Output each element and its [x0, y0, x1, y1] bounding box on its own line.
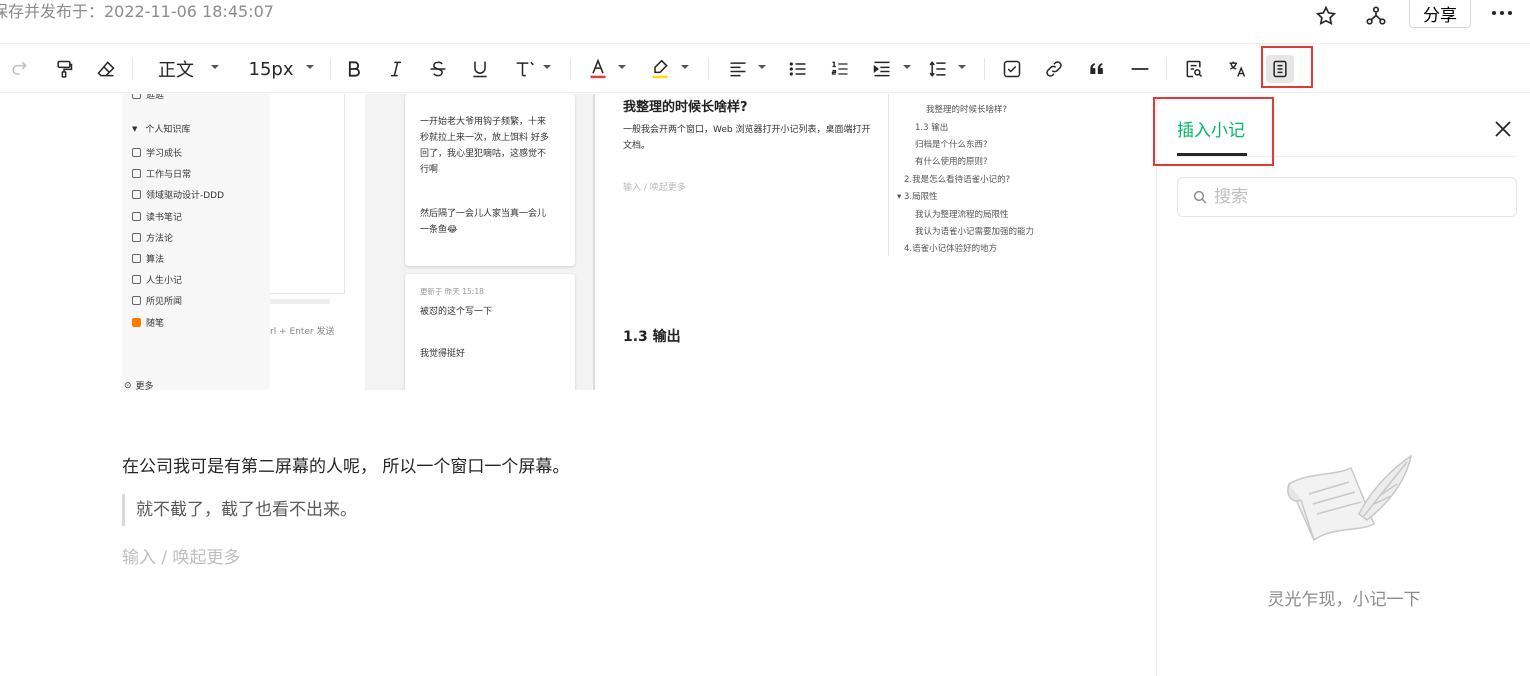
highlight-box-toolbar — [1261, 46, 1313, 88]
close-icon[interactable] — [1492, 118, 1514, 140]
paragraph-style-select[interactable]: 正文 — [156, 55, 196, 83]
quote-icon[interactable] — [1084, 55, 1110, 83]
shot-sidebar-item: 随笔 — [132, 316, 164, 329]
shot-sidebar-item: 工作与日常 — [132, 167, 191, 180]
search-icon — [1193, 190, 1207, 204]
eraser-icon[interactable] — [94, 55, 118, 83]
shot-note-text: 一开始老大爷用钩子频繁，十来 秒就拉上来一次，放上饵料 好多 回了，我心里犯嘀咕… — [420, 117, 549, 175]
empty-state-text: 灵光乍现，小记一下 — [1267, 590, 1421, 610]
shot-sidebar-item: 领域驱动设计-DDD — [132, 188, 224, 201]
shot-document-pane: 我整理的时候长啥样? 一般我会开两个窗口，Web 浏览器打开小记列表，桌面端打开… — [593, 94, 1156, 390]
shot-note-text: 被怼的这个写一下 — [420, 307, 493, 317]
chevron-down-icon — [306, 65, 314, 69]
editor-paragraph[interactable]: 在公司我可是有第二屏幕的人呢， 所以一个窗口一个屏幕。 — [122, 452, 569, 477]
editor-blockquote[interactable]: 就不截了，截了也看不出来。 — [122, 494, 357, 526]
checkbox-icon[interactable] — [1000, 55, 1024, 83]
search-doc-icon[interactable] — [1182, 55, 1206, 83]
redo-icon[interactable] — [8, 55, 30, 83]
shot-doc-placeholder: 输入 / 唤起更多 — [623, 183, 686, 193]
strikethrough-icon[interactable] — [426, 55, 450, 83]
shot-sidebar-more: ⊙ 更多 — [124, 380, 154, 391]
share-button[interactable]: 分享 — [1409, 0, 1471, 28]
shot-sidebar-item: 学习成长 — [132, 146, 182, 159]
editor-content: 逛逛 ▼ 个人知识库 学习成长 工作与日常 领域驱动设计-DDD 读书笔记 方法论… — [0, 94, 1156, 676]
shot-sidebar-item: 算法 — [132, 252, 164, 265]
shot-toc-item: 我认为语雀小记需要加强的能力 — [915, 227, 1035, 237]
shot-toc-item: 4.语雀小记体验好的地方 — [904, 244, 998, 254]
format-painter-icon[interactable] — [52, 55, 76, 83]
shot-sidebar: 逛逛 ▼ 个人知识库 学习成长 工作与日常 领域驱动设计-DDD 读书笔记 方法论… — [122, 94, 270, 390]
shot-sidebar-item: 所见所闻 — [132, 294, 182, 307]
shot-toc-item: 我认为整理流程的局限性 — [915, 210, 1009, 220]
bold-icon[interactable] — [342, 55, 366, 83]
font-color-icon[interactable] — [586, 55, 610, 83]
star-icon[interactable] — [1312, 2, 1340, 30]
save-status: 保存并发布于：2022-11-06 18:45:07 — [0, 2, 274, 21]
text-more-icon[interactable] — [512, 55, 538, 83]
shot-toc-item: 1.3 输出 — [915, 123, 949, 133]
shot-sidebar-section: ▼ 个人知识库 — [132, 124, 191, 136]
shot-middle-pane: rl + Enter 发送 — [270, 94, 365, 390]
divider-icon[interactable] — [1128, 55, 1152, 83]
chevron-down-icon — [958, 65, 966, 69]
shot-doc-paragraph: 一般我会开两个窗口，Web 浏览器打开小记列表，桌面端打开文档。 — [623, 125, 871, 151]
chevron-down-icon — [211, 65, 219, 69]
ordered-list-icon[interactable] — [828, 55, 852, 83]
editor-placeholder[interactable]: 输入 / 唤起更多 — [122, 543, 241, 568]
more-icon[interactable] — [1488, 2, 1516, 30]
chevron-down-icon — [543, 65, 551, 69]
embedded-screenshot: 逛逛 ▼ 个人知识库 学习成长 工作与日常 领域驱动设计-DDD 读书笔记 方法论… — [122, 94, 1156, 390]
shot-toc-item: 我整理的时候长啥样? — [926, 105, 1008, 115]
link-icon[interactable] — [1042, 55, 1066, 83]
shot-sidebar-item: 读书笔记 — [132, 210, 182, 223]
shot-note-text: 我觉得挺好 — [420, 349, 466, 359]
chevron-down-icon — [618, 65, 626, 69]
shot-note-card: 更新于 昨天 15:18 被怼的这个写一下 我觉得挺好 — [405, 274, 575, 390]
shot-toc-item: 2.我是怎么看待语雀小记的? — [904, 175, 1011, 185]
shot-note-card: 一开始老大爷用钩子频繁，十来 秒就拉上来一次，放上饵料 好多 回了，我心里犯嘀咕… — [405, 94, 575, 266]
chevron-down-icon — [903, 65, 911, 69]
shot-note-meta: 更新于 昨天 15:18 — [420, 287, 484, 296]
line-height-icon[interactable] — [926, 55, 950, 83]
shot-doc-heading: 我整理的时候长啥样? — [623, 100, 748, 115]
shot-sidebar-top-item: 逛逛 — [132, 94, 164, 101]
shot-doc-heading: 1.3 输出 — [623, 329, 681, 345]
shot-send-hint: rl + Enter 发送 — [270, 327, 335, 337]
note-search-box[interactable] — [1177, 177, 1517, 217]
graph-icon[interactable] — [1362, 2, 1390, 30]
chevron-down-icon — [758, 65, 766, 69]
bullet-list-icon[interactable] — [786, 55, 810, 83]
highlight-icon[interactable] — [648, 55, 672, 83]
insert-note-panel: 插入小记 灵光乍现，小记一下 — [1156, 94, 1530, 676]
shot-notes-pane: 一开始老大爷用钩子频繁，十来 秒就拉上来一次，放上饵料 好多 回了，我心里犯嘀咕… — [365, 94, 593, 390]
chevron-down-icon — [681, 65, 689, 69]
shot-sidebar-item: 人生小记 — [132, 273, 182, 286]
shot-note-text: 然后隔了一会儿人家当真一会儿 一条鱼😂 — [420, 209, 547, 235]
shot-toc-item: 归档是个什么东西? — [915, 140, 988, 150]
top-bar: 保存并发布于：2022-11-06 18:45:07 分享 — [0, 0, 1530, 44]
shot-sidebar-item: 方法论 — [132, 231, 173, 244]
empty-note-illustration — [1279, 454, 1419, 544]
highlight-box-panel-title — [1153, 97, 1274, 166]
italic-icon[interactable] — [384, 55, 408, 83]
shot-toc-item: ▾ 3.局限性 — [897, 192, 938, 202]
font-size-select[interactable]: 15px — [248, 55, 294, 83]
search-input[interactable] — [1214, 187, 1494, 207]
align-icon[interactable] — [726, 55, 750, 83]
translate-icon[interactable] — [1224, 55, 1250, 83]
shot-toc-item: 有什么使用的原则? — [915, 157, 988, 167]
underline-icon[interactable] — [468, 55, 492, 83]
indent-icon[interactable] — [870, 55, 894, 83]
